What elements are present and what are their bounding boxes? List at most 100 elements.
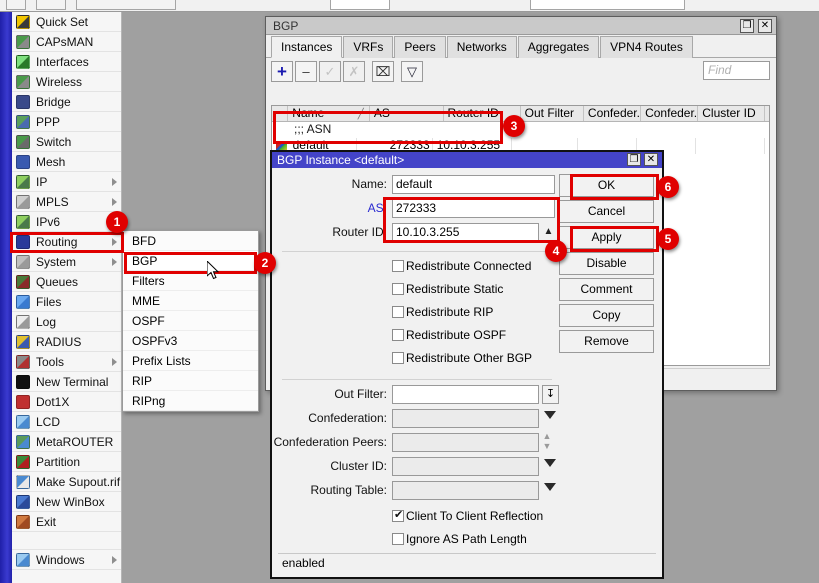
input-name[interactable]: default <box>392 175 555 194</box>
sidebar-item-new-winbox[interactable]: New WinBox <box>12 492 121 512</box>
submenu-item-ospf[interactable]: OSPF <box>123 311 258 331</box>
column-header-as[interactable]: AS <box>370 106 444 121</box>
checkbox-row-redistribute-rip[interactable]: Redistribute RIP <box>272 303 562 326</box>
bgp-tabbar[interactable]: InstancesVRFsPeersNetworksAggregatesVPN4… <box>266 35 776 58</box>
submenu-item-mme[interactable]: MME <box>123 291 258 311</box>
sidebar-item-windows[interactable]: Windows <box>12 550 121 570</box>
sidebar-item-ip[interactable]: IP <box>12 172 121 192</box>
toolbar-button-2[interactable] <box>36 0 66 10</box>
sidebar-item-quick-set[interactable]: Quick Set <box>12 12 121 32</box>
bgp-window-titlebar[interactable]: BGP ❐ ✕ <box>266 17 776 35</box>
maximize-icon[interactable]: ❐ <box>740 19 754 33</box>
sidebar-item-metarouter[interactable]: MetaROUTER <box>12 432 121 452</box>
checkbox-row-ignore-as-path-length[interactable]: Ignore AS Path Length <box>272 530 562 553</box>
checkbox-ignore-as-path-length[interactable] <box>392 533 404 545</box>
close-icon[interactable]: ✕ <box>644 153 658 166</box>
instance-form[interactable]: Name:defaultAS:272333Router ID:10.10.3.2… <box>272 172 562 553</box>
input-out-filter[interactable] <box>392 385 539 404</box>
main-menu-sidebar[interactable]: Quick SetCAPsMANInterfacesWirelessBridge… <box>12 12 122 583</box>
tab-networks[interactable]: Networks <box>447 36 517 58</box>
cancel-button[interactable]: Cancel <box>559 200 654 223</box>
toolbar-field-3[interactable] <box>530 0 685 10</box>
sidebar-item-new-terminal[interactable]: New Terminal <box>12 372 121 392</box>
submenu-item-bgp[interactable]: BGP <box>123 251 258 271</box>
checkbox-redistribute-ospf[interactable] <box>392 329 404 341</box>
input-as[interactable]: 272333 <box>392 199 555 218</box>
sidebar-item-wireless[interactable]: Wireless <box>12 72 121 92</box>
checkbox-redistribute-static[interactable] <box>392 283 404 295</box>
sidebar-item-switch[interactable]: Switch <box>12 132 121 152</box>
checkbox-row-redistribute-other-bgp[interactable]: Redistribute Other BGP <box>272 349 562 372</box>
comment-button[interactable]: ⌧ <box>372 61 394 82</box>
toolbar-field-2[interactable] <box>330 0 390 10</box>
copy-button[interactable]: Copy <box>559 304 654 327</box>
sidebar-item-queues[interactable]: Queues <box>12 272 121 292</box>
column-header-out-filter[interactable]: Out Filter <box>521 106 584 121</box>
input-confederation-peers[interactable] <box>392 433 539 452</box>
checkbox-redistribute-other-bgp[interactable] <box>392 352 404 364</box>
input-router-id[interactable]: 10.10.3.255 <box>392 223 539 242</box>
close-icon[interactable]: ✕ <box>758 19 772 33</box>
comment-button[interactable]: Comment <box>559 278 654 301</box>
checkbox-row-client-to-client-reflection[interactable]: Client To Client Reflection <box>272 507 562 530</box>
dropdown-button[interactable]: ↧ <box>542 385 559 404</box>
checkbox-row-redistribute-connected[interactable]: Redistribute Connected <box>272 257 562 280</box>
sidebar-item-interfaces[interactable]: Interfaces <box>12 52 121 72</box>
sidebar-item-partition[interactable]: Partition <box>12 452 121 472</box>
column-header-confeder-[interactable]: Confeder... <box>641 106 698 121</box>
sidebar-item-mpls[interactable]: MPLS <box>12 192 121 212</box>
submenu-item-filters[interactable]: Filters <box>123 271 258 291</box>
sidebar-item-dot1x[interactable]: Dot1X <box>12 392 121 412</box>
chevron-down-icon[interactable] <box>544 459 556 467</box>
input-routing-table[interactable] <box>392 481 539 500</box>
sidebar-item-lcd[interactable]: LCD <box>12 412 121 432</box>
toolbar-button-1[interactable] <box>6 0 26 10</box>
tab-peers[interactable]: Peers <box>394 36 445 58</box>
spin-updown-icon[interactable]: ▲▼ <box>540 431 554 453</box>
find-input[interactable]: Find <box>703 61 770 80</box>
add-button[interactable]: + <box>271 61 293 82</box>
sidebar-item-ipv6[interactable]: IPv6 <box>12 212 121 232</box>
submenu-item-prefix-lists[interactable]: Prefix Lists <box>123 351 258 371</box>
routing-submenu[interactable]: BFDBGPFiltersMMEOSPFOSPFv3Prefix ListsRI… <box>122 230 259 412</box>
sidebar-item-make-supout-rif[interactable]: Make Supout.rif <box>12 472 121 492</box>
bgp-table-toolbar[interactable]: +–✓✗⌧▽Find <box>266 58 776 84</box>
checkbox-row-redistribute-static[interactable]: Redistribute Static <box>272 280 562 303</box>
submenu-item-bfd[interactable]: BFD <box>123 231 258 251</box>
sidebar-item-radius[interactable]: RADIUS <box>12 332 121 352</box>
bgp-instance-dialog[interactable]: BGP Instance <default> ❐ ✕ Name:defaultA… <box>270 150 664 579</box>
disable-button[interactable]: Disable <box>559 252 654 275</box>
chevron-down-icon[interactable] <box>544 483 556 491</box>
spin-up-icon[interactable]: ▲ <box>542 223 555 242</box>
instance-dialog-titlebar[interactable]: BGP Instance <default> ❐ ✕ <box>272 152 662 168</box>
remove-button[interactable]: Remove <box>559 330 654 353</box>
sidebar-item-mesh[interactable]: Mesh <box>12 152 121 172</box>
tab-vpn4-routes[interactable]: VPN4 Routes <box>600 36 693 58</box>
sidebar-item-exit[interactable]: Exit <box>12 512 121 532</box>
sidebar-item-routing[interactable]: Routing <box>12 232 121 252</box>
checkbox-row-redistribute-ospf[interactable]: Redistribute OSPF <box>272 326 562 349</box>
sidebar-item-bridge[interactable]: Bridge <box>12 92 121 112</box>
remove-button[interactable]: – <box>295 61 317 82</box>
sidebar-item-ppp[interactable]: PPP <box>12 112 121 132</box>
sidebar-item-system[interactable]: System <box>12 252 121 272</box>
column-header-cluster-id[interactable]: Cluster ID <box>698 106 765 121</box>
maximize-icon[interactable]: ❐ <box>627 153 641 166</box>
apply-button[interactable]: Apply <box>559 226 654 249</box>
checkbox-client-to-client-reflection[interactable] <box>392 510 404 522</box>
column-header-name[interactable]: Name╱ <box>288 106 370 121</box>
input-cluster-id[interactable] <box>392 457 539 476</box>
input-confederation[interactable] <box>392 409 539 428</box>
column-menu-button[interactable]: ▼ <box>765 106 769 121</box>
column-header-confeder-[interactable]: Confeder... <box>584 106 641 121</box>
filter-button[interactable]: ▽ <box>401 61 423 82</box>
toolbar-field-1[interactable] <box>76 0 176 10</box>
tab-instances[interactable]: Instances <box>271 36 342 58</box>
tab-aggregates[interactable]: Aggregates <box>518 36 599 58</box>
submenu-item-ospfv3[interactable]: OSPFv3 <box>123 331 258 351</box>
chevron-down-icon[interactable] <box>544 411 556 419</box>
submenu-item-rip[interactable]: RIP <box>123 371 258 391</box>
ok-button[interactable]: OK <box>559 174 654 197</box>
tab-vrfs[interactable]: VRFs <box>343 36 393 58</box>
submenu-item-ripng[interactable]: RIPng <box>123 391 258 411</box>
